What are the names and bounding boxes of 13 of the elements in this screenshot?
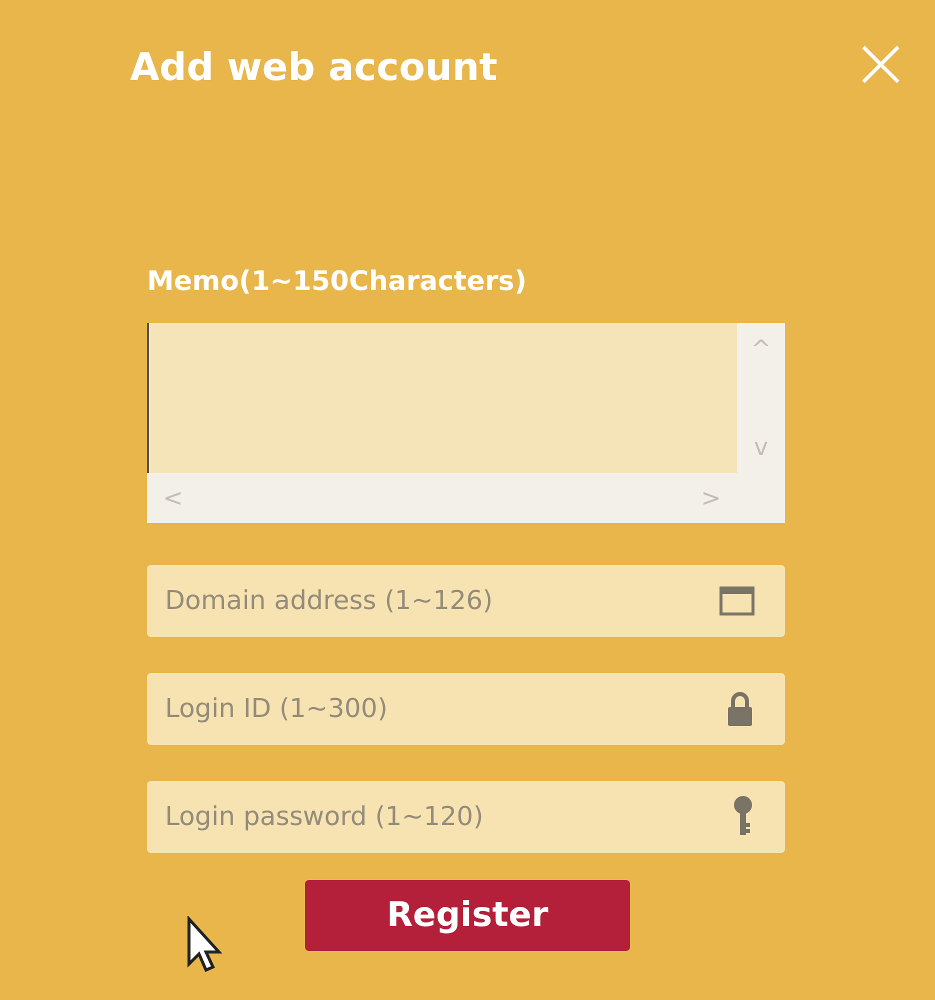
- scroll-up-arrow[interactable]: ^: [750, 331, 772, 367]
- text-field[interactable]: Domain address (1~126): [147, 565, 785, 637]
- memo-label: Memo(1~150Characters): [147, 268, 528, 295]
- dialog-title: Add web account: [130, 48, 498, 86]
- close-button[interactable]: ×: [850, 26, 911, 98]
- cursor-icon: [186, 916, 222, 974]
- lock-icon: [725, 690, 755, 728]
- scroll-left-arrow[interactable]: <: [163, 480, 184, 516]
- register-button[interactable]: Register: [305, 880, 630, 951]
- text-field[interactable]: Login ID (1~300): [147, 673, 785, 745]
- window-icon: [719, 585, 755, 617]
- text-field[interactable]: Login password (1~120): [147, 781, 785, 853]
- scroll-right-arrow[interactable]: >: [700, 480, 721, 516]
